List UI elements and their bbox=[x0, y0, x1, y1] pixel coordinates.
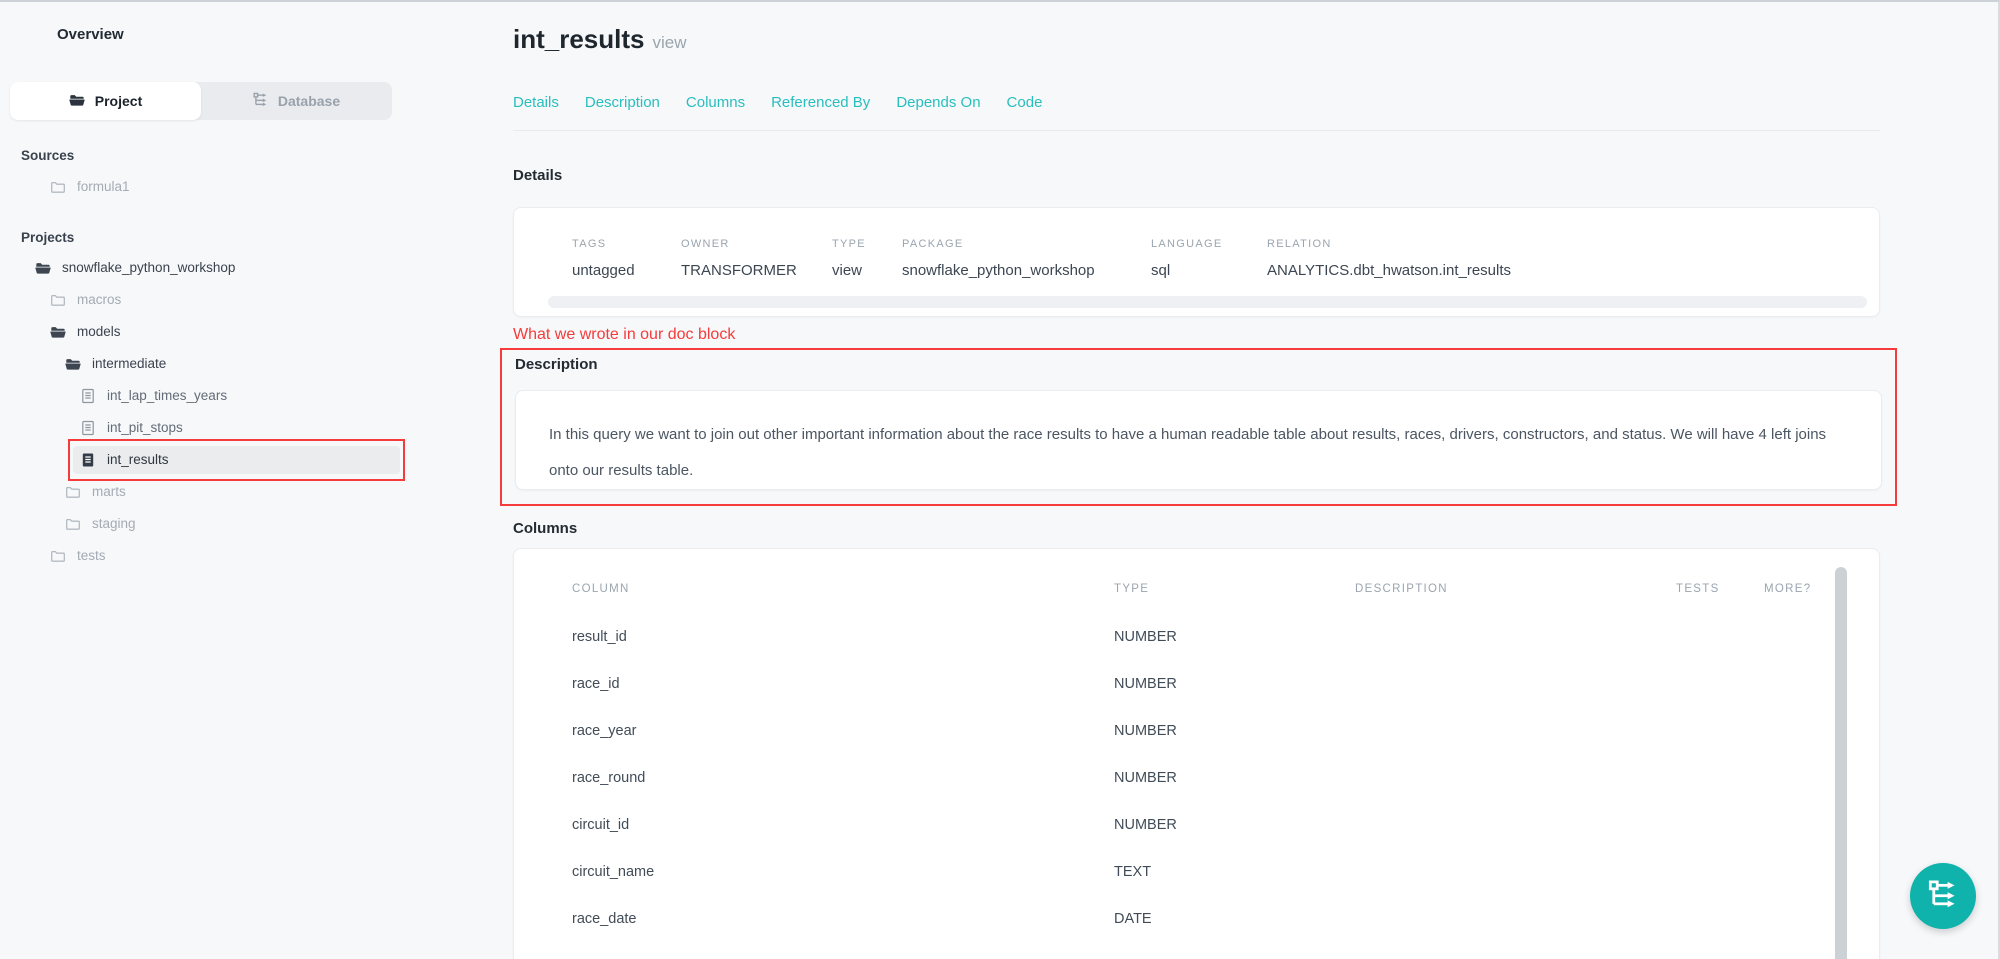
details-card: TAGS untagged OWNER TRANSFORMER TYPE vie… bbox=[513, 207, 1880, 317]
folder-closed-icon bbox=[50, 292, 66, 308]
folder-closed-icon bbox=[50, 548, 66, 564]
table-row-circuit_name[interactable]: circuit_name TEXT bbox=[572, 848, 1819, 895]
tabs-divider bbox=[513, 130, 1880, 131]
folder-closed-icon bbox=[50, 179, 66, 195]
toggle-database-label: Database bbox=[278, 93, 340, 109]
header-description: DESCRIPTION bbox=[1355, 583, 1676, 595]
field-tags: TAGS untagged bbox=[572, 238, 681, 279]
tab-referenced-by[interactable]: Referenced By bbox=[771, 94, 870, 111]
page-title: int_results view bbox=[513, 22, 1880, 60]
view-toggle: Project Database bbox=[10, 82, 392, 120]
tree-item-tests[interactable]: tests bbox=[10, 540, 470, 572]
table-row-race_round[interactable]: race_round NUMBER bbox=[572, 754, 1819, 801]
header-tests: TESTS bbox=[1676, 583, 1764, 595]
folder-open-icon bbox=[35, 260, 51, 276]
sidebar: Overview Project Database Sources formul… bbox=[0, 2, 470, 959]
tree-item-staging[interactable]: staging bbox=[10, 508, 470, 540]
table-row-race_year[interactable]: race_year NUMBER bbox=[572, 707, 1819, 754]
description-heading: Description bbox=[515, 356, 1895, 374]
section-tabs: Details Description Columns Referenced B… bbox=[513, 92, 1880, 112]
sidebar-heading: Overview bbox=[10, 26, 470, 44]
file-icon bbox=[80, 420, 96, 436]
tree-item-int_lap_times_years[interactable]: int_lap_times_years bbox=[10, 380, 470, 412]
field-relation: RELATION ANALYTICS.dbt_hwatson.int_resul… bbox=[1267, 238, 1867, 279]
tab-details[interactable]: Details bbox=[513, 94, 559, 111]
columns-table-header: COLUMN TYPE DESCRIPTION TESTS MORE? bbox=[572, 577, 1819, 601]
source-label: formula1 bbox=[77, 179, 130, 195]
tree-item-int_pit_stops[interactable]: int_pit_stops bbox=[10, 412, 470, 444]
file-filled-icon bbox=[80, 452, 96, 468]
columns-card: COLUMN TYPE DESCRIPTION TESTS MORE? resu… bbox=[513, 548, 1880, 959]
header-more: MORE? bbox=[1764, 583, 1819, 595]
lineage-graph-button[interactable] bbox=[1910, 863, 1976, 929]
columns-table-body: result_id NUMBER race_id NUMBER race_yea… bbox=[572, 613, 1819, 959]
vertical-scrollbar[interactable] bbox=[1835, 567, 1847, 959]
table-row-race_time[interactable]: race_time TIME bbox=[572, 942, 1819, 959]
field-language: LANGUAGE sql bbox=[1151, 238, 1267, 279]
lineage-tree-icon bbox=[253, 92, 268, 110]
tree-item-marts[interactable]: marts bbox=[10, 476, 470, 508]
source-item-formula1[interactable]: formula1 bbox=[10, 172, 470, 202]
tree-item-intermediate[interactable]: intermediate bbox=[10, 348, 470, 380]
folder-open-icon bbox=[69, 92, 85, 111]
folder-open-icon bbox=[65, 356, 81, 372]
folder-closed-icon bbox=[65, 516, 81, 532]
tab-depends-on[interactable]: Depends On bbox=[896, 94, 980, 111]
projects-label: Projects bbox=[10, 230, 470, 246]
table-row-result_id[interactable]: result_id NUMBER bbox=[572, 613, 1819, 660]
lineage-graph-icon bbox=[1928, 879, 1958, 914]
file-icon bbox=[80, 388, 96, 404]
toggle-database-button[interactable]: Database bbox=[201, 82, 392, 120]
sources-label: Sources bbox=[10, 148, 470, 164]
folder-closed-icon bbox=[65, 484, 81, 500]
tree-item-int_results-selected[interactable]: int_results bbox=[10, 444, 470, 476]
toggle-project-button[interactable]: Project bbox=[10, 82, 201, 120]
tree-item-models[interactable]: models bbox=[10, 316, 470, 348]
description-card: In this query we want to join out other … bbox=[515, 390, 1882, 490]
horizontal-scrollbar[interactable] bbox=[548, 296, 1867, 308]
field-owner: OWNER TRANSFORMER bbox=[681, 238, 832, 279]
table-row-race_id[interactable]: race_id NUMBER bbox=[572, 660, 1819, 707]
field-type: TYPE view bbox=[832, 238, 902, 279]
folder-open-icon bbox=[50, 324, 66, 340]
tab-columns[interactable]: Columns bbox=[686, 94, 745, 111]
tab-code[interactable]: Code bbox=[1007, 94, 1043, 111]
header-column: COLUMN bbox=[572, 583, 1114, 595]
tree-item-snowflake_python_workshop[interactable]: snowflake_python_workshop bbox=[10, 252, 470, 284]
annotation-text: What we wrote in our doc block bbox=[513, 325, 1880, 345]
field-package: PACKAGE snowflake_python_workshop bbox=[902, 238, 1151, 279]
toggle-project-label: Project bbox=[95, 93, 142, 109]
header-type: TYPE bbox=[1114, 583, 1355, 595]
columns-heading: Columns bbox=[513, 520, 1880, 538]
model-name: int_results bbox=[513, 24, 645, 54]
table-row-circuit_id[interactable]: circuit_id NUMBER bbox=[572, 801, 1819, 848]
main-content: int_results view Details Description Colu… bbox=[470, 2, 2000, 959]
description-text: In this query we want to join out other … bbox=[549, 417, 1845, 489]
resource-type-label: view bbox=[653, 33, 687, 52]
details-heading: Details bbox=[513, 167, 1880, 185]
table-row-race_date[interactable]: race_date DATE bbox=[572, 895, 1819, 942]
annotation-highlight-box: Description In this query we want to joi… bbox=[500, 348, 1897, 506]
tab-description[interactable]: Description bbox=[585, 94, 660, 111]
project-tree: snowflake_python_workshop macros models … bbox=[10, 252, 470, 572]
tree-item-macros[interactable]: macros bbox=[10, 284, 470, 316]
details-fields: TAGS untagged OWNER TRANSFORMER TYPE vie… bbox=[572, 238, 1867, 279]
